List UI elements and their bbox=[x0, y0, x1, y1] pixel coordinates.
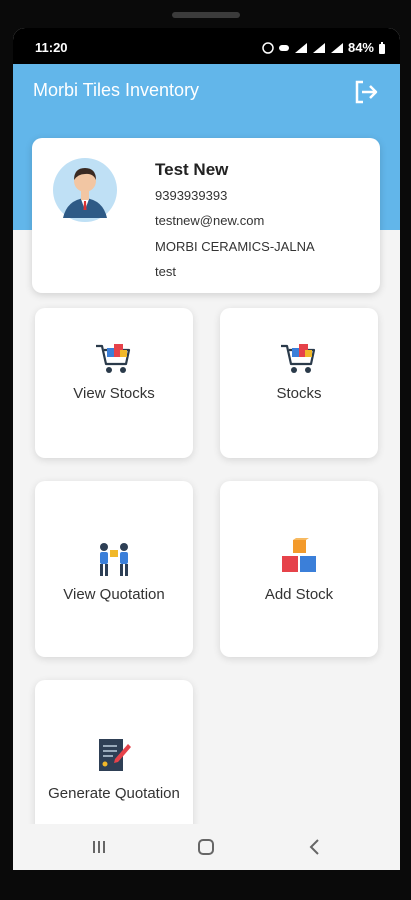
lte-signal-icon bbox=[330, 42, 343, 53]
status-icons: 84% bbox=[262, 40, 386, 55]
add-stock-label: Add Stock bbox=[264, 586, 334, 603]
status-time: 11:20 bbox=[35, 40, 68, 55]
screen: 11:20 84% Morbi Tiles Inventory Test New… bbox=[13, 28, 400, 870]
logout-icon[interactable] bbox=[352, 78, 380, 106]
avatar bbox=[53, 158, 117, 222]
stocks-tile[interactable]: Stocks bbox=[220, 308, 378, 458]
add-stock-tile[interactable]: Add Stock bbox=[220, 481, 378, 657]
profile-name: Test New bbox=[155, 160, 229, 179]
signal-icon bbox=[294, 42, 307, 53]
shopping-cart-icon bbox=[281, 344, 316, 373]
game-icon bbox=[278, 44, 289, 51]
system-nav-bar bbox=[13, 824, 400, 870]
view-quotation-tile[interactable]: View Quotation bbox=[35, 481, 193, 657]
boxes-icon bbox=[282, 538, 316, 572]
battery-icon bbox=[379, 41, 385, 54]
view-stocks-tile[interactable]: View Stocks bbox=[35, 308, 193, 458]
profile-phone: 9393939393 bbox=[155, 188, 228, 203]
shopping-cart-icon bbox=[96, 344, 131, 373]
back-icon[interactable] bbox=[303, 835, 327, 859]
home-icon[interactable] bbox=[194, 835, 218, 859]
stocks-label: Stocks bbox=[276, 385, 322, 402]
profile-card: Test New 9393939393 testnew@new.com MORB… bbox=[32, 138, 380, 293]
phone-frame: 11:20 84% Morbi Tiles Inventory Test New… bbox=[0, 0, 411, 900]
wifi-signal-icon bbox=[312, 42, 325, 53]
alarm-icon bbox=[262, 41, 274, 54]
view-stocks-label: View Stocks bbox=[73, 385, 155, 402]
phone-speaker bbox=[172, 12, 240, 18]
recent-apps-icon[interactable] bbox=[87, 835, 111, 859]
generate-quotation-label: Generate Quotation bbox=[48, 785, 180, 802]
status-bar: 11:20 84% bbox=[13, 28, 400, 64]
profile-company: MORBI CERAMICS-JALNA bbox=[155, 239, 315, 254]
view-quotation-label: View Quotation bbox=[63, 586, 165, 603]
app-title: Morbi Tiles Inventory bbox=[33, 80, 200, 100]
people-exchange-icon bbox=[100, 543, 128, 576]
profile-note: test bbox=[155, 264, 176, 279]
document-pen-icon bbox=[99, 739, 131, 771]
profile-email: testnew@new.com bbox=[155, 213, 265, 228]
battery-level: 84% bbox=[347, 40, 374, 55]
